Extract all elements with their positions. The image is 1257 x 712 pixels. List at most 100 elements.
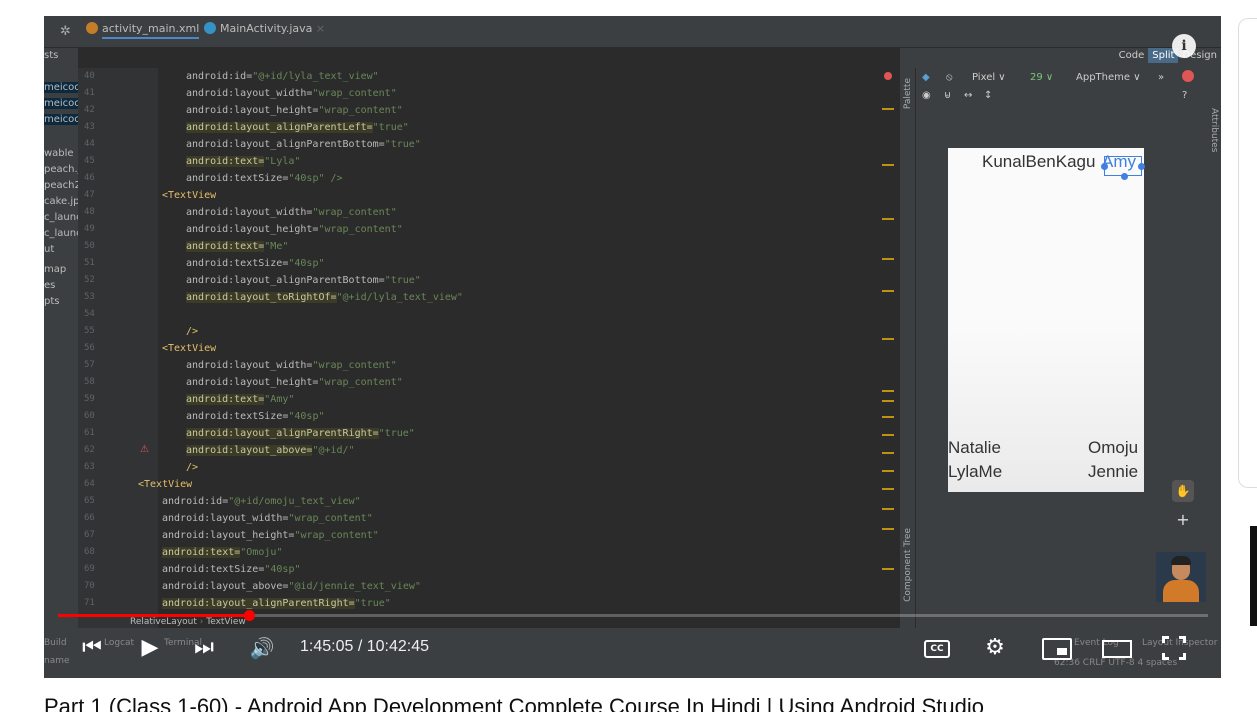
warning-marker[interactable] xyxy=(882,488,894,490)
phone-preview[interactable]: KunalBenKagu Amy Natalie Omoju LylaMe Je… xyxy=(948,148,1145,492)
code-line[interactable]: android:textSize="40sp" xyxy=(186,258,324,269)
warning-marker[interactable] xyxy=(882,568,894,570)
api-level-selector[interactable]: 29 ∨ xyxy=(1030,72,1053,83)
magnet-icon[interactable]: ⊌ xyxy=(944,90,951,101)
warning-marker[interactable] xyxy=(882,400,894,402)
code-line[interactable]: android:layout_above="@+id/" xyxy=(186,445,355,456)
code-line[interactable]: android:text="Amy" xyxy=(186,394,294,405)
code-line[interactable]: android:text="Lyla" xyxy=(186,156,300,167)
sidebar-item[interactable]: peach.j xyxy=(44,164,78,175)
video-title[interactable]: Part 1 (Class 1-60) - Android App Develo… xyxy=(44,694,984,712)
code-line[interactable]: android:id="@+id/lyla_text_view" xyxy=(186,71,379,82)
info-icon[interactable]: i xyxy=(1172,34,1196,58)
code-line[interactable]: android:layout_width="wrap_content" xyxy=(186,360,397,371)
code-line[interactable]: android:layout_alignParentRight="true" xyxy=(186,428,415,439)
sidebar-item[interactable]: cake.jpg xyxy=(44,196,78,207)
selection-handle[interactable] xyxy=(1138,163,1145,170)
code-line[interactable]: <TextView xyxy=(162,190,216,201)
error-bulb-icon[interactable]: ⚠ xyxy=(140,444,149,455)
warning-marker[interactable] xyxy=(882,338,894,340)
palette-label[interactable]: Palette xyxy=(903,78,913,109)
warning-marker[interactable] xyxy=(882,508,894,510)
warning-marker[interactable] xyxy=(882,470,894,472)
code-line[interactable]: android:layout_width="wrap_content" xyxy=(186,207,397,218)
warning-marker[interactable] xyxy=(882,108,894,110)
code-line[interactable]: android:textSize="40sp" /> xyxy=(186,173,343,184)
device-selector[interactable]: Pixel ∨ xyxy=(972,72,1006,83)
help-icon[interactable]: ? xyxy=(1182,90,1187,101)
sidebar-item[interactable]: meicoc xyxy=(44,114,78,125)
warning-marker[interactable] xyxy=(882,452,894,454)
next-icon[interactable]: ⏭ xyxy=(190,632,218,664)
selection-outline[interactable] xyxy=(1101,156,1145,180)
code-mode-button[interactable]: Code xyxy=(1115,48,1149,63)
sidebar-item[interactable]: pts xyxy=(44,296,59,307)
captions-button[interactable]: CC xyxy=(924,640,950,658)
code-line[interactable]: /> xyxy=(186,326,198,337)
progress-bar[interactable] xyxy=(58,610,1208,621)
tab-close-icon[interactable]: × xyxy=(316,22,325,35)
sidebar-item[interactable]: peach2. xyxy=(44,180,78,191)
blueprint-icon[interactable]: ⦸ xyxy=(946,72,953,83)
zoom-in-icon[interactable]: + xyxy=(1172,510,1194,532)
warning-marker[interactable] xyxy=(882,290,894,292)
code-line[interactable]: <TextView xyxy=(162,343,216,354)
miniplayer-icon[interactable] xyxy=(1042,638,1072,660)
warning-marker[interactable] xyxy=(882,218,894,220)
code-line[interactable]: android:layout_height="wrap_content" xyxy=(186,224,403,235)
sidebar-item[interactable]: meicoc xyxy=(44,82,78,93)
eye-icon[interactable]: ◉ xyxy=(922,90,931,101)
code-line[interactable]: android:layout_width="wrap_content" xyxy=(162,513,373,524)
video-player[interactable]: ✲ activity_main.xml × MainActivity.java … xyxy=(44,16,1221,678)
sidebar-item[interactable]: c_launc xyxy=(44,228,78,239)
warning-marker[interactable] xyxy=(882,416,894,418)
preview-text-lylame[interactable]: LylaMe xyxy=(948,462,1002,482)
vertical-resize-icon[interactable]: ↕ xyxy=(984,90,992,101)
code-line[interactable]: android:layout_height="wrap_content" xyxy=(162,530,379,541)
preview-text-jennie[interactable]: Jennie xyxy=(1088,462,1138,482)
previous-icon[interactable]: ⏮ xyxy=(78,632,106,664)
warning-marker[interactable] xyxy=(882,164,894,166)
settings-icon[interactable]: ⚙ xyxy=(980,632,1010,664)
progress-scrubber[interactable] xyxy=(243,610,255,621)
preview-text-top[interactable]: KunalBenKagu xyxy=(982,152,1095,172)
pan-hand-icon[interactable]: ✋ xyxy=(1172,480,1194,502)
settings-gear-icon[interactable]: ✲ xyxy=(60,24,71,39)
recommended-thumbnail-edge[interactable] xyxy=(1250,526,1257,626)
sidebar-item[interactable]: wable xyxy=(44,148,74,159)
selection-handle[interactable] xyxy=(1121,173,1128,180)
code-line[interactable]: android:layout_alignParentBottom="true" xyxy=(186,275,421,286)
code-line[interactable]: /> xyxy=(186,462,198,473)
warning-marker[interactable] xyxy=(882,258,894,260)
sidebar-item[interactable]: map xyxy=(44,264,66,275)
code-line[interactable]: android:layout_toRightOf="@+id/lyla_text… xyxy=(186,292,463,303)
preview-text-omoju[interactable]: Omoju xyxy=(1088,438,1138,458)
error-marker-icon[interactable] xyxy=(884,72,892,80)
horizontal-resize-icon[interactable]: ↔ xyxy=(964,90,972,101)
theater-mode-icon[interactable] xyxy=(1102,640,1132,658)
attributes-label[interactable]: Attributes xyxy=(1209,108,1219,152)
code-line[interactable]: android:layout_height="wrap_content" xyxy=(186,105,403,116)
play-icon[interactable]: ▶ xyxy=(136,632,164,664)
sidebar-item[interactable]: c_launc xyxy=(44,212,78,223)
code-editor[interactable]: 40 41 42 43 44 45 46 47 48 49 50 51 52 53 54 55 56 57 58 59… xyxy=(78,68,900,628)
code-line[interactable]: android:layout_alignParentRight="true" xyxy=(162,598,391,609)
tab-mainactivity-java[interactable]: MainActivity.java × xyxy=(204,22,325,42)
warning-marker[interactable] xyxy=(882,528,894,530)
code-line[interactable]: android:id="@+id/omoju_text_view" xyxy=(162,496,361,507)
warning-marker[interactable] xyxy=(882,434,894,436)
volume-icon[interactable]: 🔊 xyxy=(248,632,276,664)
code-line[interactable]: android:layout_alignParentLeft="true" xyxy=(186,122,409,133)
code-line[interactable]: <TextView xyxy=(138,479,192,490)
sidebar-item[interactable]: ut xyxy=(44,244,54,255)
code-line[interactable]: android:layout_alignParentBottom="true" xyxy=(186,139,421,150)
code-line[interactable]: android:layout_height="wrap_content" xyxy=(186,377,403,388)
code-line[interactable]: android:textSize="40sp" xyxy=(186,411,324,422)
selection-handle[interactable] xyxy=(1101,163,1108,170)
tab-activity-main-xml[interactable]: activity_main.xml × xyxy=(86,22,212,42)
sidebar-item[interactable]: es xyxy=(44,280,55,291)
error-icon[interactable] xyxy=(1182,70,1194,82)
sidebar-item[interactable]: sts xyxy=(44,50,58,61)
preview-text-natalie[interactable]: Natalie xyxy=(948,438,1001,458)
sidebar-item[interactable]: meicoc xyxy=(44,98,78,109)
